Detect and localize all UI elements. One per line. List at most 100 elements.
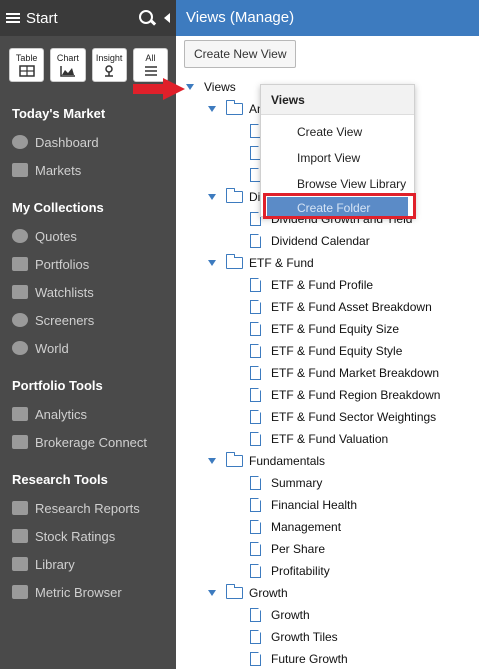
insight-button-label: Insight <box>95 53 123 63</box>
item-label: Dividend Calendar <box>271 234 370 248</box>
sidebar-item-library[interactable]: Library <box>0 550 176 578</box>
tree-item[interactable]: ETF & Fund Equity Style <box>250 340 402 362</box>
sidebar-item-world[interactable]: World <box>0 334 176 362</box>
menu-icon[interactable] <box>6 13 20 23</box>
item-label: ETF & Fund Region Breakdown <box>271 388 441 402</box>
expand-icon[interactable] <box>208 458 216 464</box>
insight-button[interactable]: Insight <box>91 48 127 82</box>
item-label: Growth Tiles <box>271 630 338 644</box>
item-label: ETF & Fund Profile <box>271 278 374 292</box>
tree-item[interactable]: Dividend Calendar <box>250 230 370 252</box>
document-icon <box>250 629 262 644</box>
item-label: ETF & Fund Equity Size <box>271 322 400 336</box>
list-icon <box>145 66 158 76</box>
tree-item[interactable]: Financial Health <box>250 494 357 516</box>
tree-item[interactable]: ETF & Fund Equity Size <box>250 318 399 340</box>
sidebar-item-label: Analytics <box>35 406 88 422</box>
sidebar-item-markets[interactable]: Markets <box>0 156 176 184</box>
document-icon <box>250 299 262 314</box>
sidebar-item-label: World <box>35 340 69 356</box>
tree-item[interactable]: Management <box>250 516 341 538</box>
sidebar-item-quotes[interactable]: Quotes <box>0 222 176 250</box>
expand-icon[interactable] <box>208 260 216 266</box>
binoculars-icon <box>12 285 28 299</box>
item-label: Profitability <box>271 564 330 578</box>
tree-item[interactable]: Per Share <box>250 538 325 560</box>
expand-icon[interactable] <box>208 106 216 112</box>
tree-root[interactable]: Views <box>186 76 236 98</box>
document-icon <box>250 475 262 490</box>
all-button[interactable]: All <box>132 48 168 82</box>
sidebar-item-label: Research Reports <box>35 500 140 516</box>
tree-item[interactable]: ETF & Fund Asset Breakdown <box>250 296 432 318</box>
sidebar-item-label: Metric Browser <box>35 584 122 600</box>
menu-item-create-view[interactable]: Create View <box>261 119 414 145</box>
document-icon <box>250 409 262 424</box>
tree-item[interactable]: ETF & Fund Profile <box>250 274 373 296</box>
document-icon <box>250 277 262 292</box>
sidebar: Start Table Chart Insight All Today's Ma… <box>0 0 176 669</box>
quick-buttons: Table Chart Insight All <box>0 36 176 82</box>
folder-icon <box>225 584 243 599</box>
chart-button-label: Chart <box>56 53 79 63</box>
chart-button[interactable]: Chart <box>50 48 86 82</box>
sidebar-item-metric-browser[interactable]: Metric Browser <box>0 578 176 606</box>
dashboard-icon <box>12 135 28 149</box>
sidebar-item-stock-ratings[interactable]: Stock Ratings <box>0 522 176 550</box>
collapse-icon[interactable] <box>164 13 170 23</box>
item-label: ETF & Fund Asset Breakdown <box>271 300 432 314</box>
document-icon <box>250 387 262 402</box>
document-icon <box>250 233 262 248</box>
highlight-box <box>263 193 416 219</box>
document-icon <box>250 343 262 358</box>
item-label: Financial Health <box>271 498 358 512</box>
chart-icon <box>60 66 75 77</box>
tree-item[interactable]: Future Growth <box>250 648 348 669</box>
expand-icon[interactable] <box>208 194 216 200</box>
metric-browser-icon <box>12 585 28 599</box>
tree-folder[interactable]: Di <box>208 186 260 208</box>
sidebar-item-label: Brokerage Connect <box>35 434 148 450</box>
tree-folder[interactable]: ETF & Fund <box>208 252 314 274</box>
sidebar-item-research-reports[interactable]: Research Reports <box>0 494 176 522</box>
tree-item[interactable]: Profitability <box>250 560 330 582</box>
tree-item[interactable]: ETF & Fund Valuation <box>250 428 388 450</box>
document-icon <box>250 497 262 512</box>
section-heading: My Collections <box>12 200 104 215</box>
tree-folder[interactable]: Growth <box>208 582 288 604</box>
sidebar-item-watchlists[interactable]: Watchlists <box>0 278 176 306</box>
menu-item-import-view[interactable]: Import View <box>261 145 414 171</box>
item-label: Summary <box>271 476 323 490</box>
bank-icon <box>12 435 28 449</box>
markets-icon <box>12 163 28 177</box>
tree-item[interactable]: Growth Tiles <box>250 626 338 648</box>
sidebar-item-brokerage-connect[interactable]: Brokerage Connect <box>0 428 176 456</box>
table-button[interactable]: Table <box>9 48 45 82</box>
table-icon <box>18 65 35 77</box>
tree-item[interactable]: ETF & Fund Region Breakdown <box>250 384 440 406</box>
sidebar-item-analytics[interactable]: Analytics <box>0 400 176 428</box>
sidebar-header: Start <box>0 0 176 36</box>
sidebar-item-label: Stock Ratings <box>35 528 116 544</box>
sidebar-item-portfolios[interactable]: Portfolios <box>0 250 176 278</box>
reports-icon <box>12 501 28 515</box>
create-new-view-button[interactable]: Create New View <box>184 40 297 68</box>
tree-folder[interactable]: Fundamentals <box>208 450 325 472</box>
folder-icon <box>225 100 243 115</box>
section-todays-market: Today's Market Dashboard Markets <box>0 100 176 184</box>
sidebar-title[interactable]: Start <box>26 10 138 27</box>
item-label: Management <box>271 520 342 534</box>
search-icon[interactable] <box>138 9 156 27</box>
document-icon <box>250 321 262 336</box>
tree-item[interactable]: Growth <box>250 604 310 626</box>
expand-icon[interactable] <box>186 84 194 90</box>
sidebar-item-screeners[interactable]: Screeners <box>0 306 176 334</box>
tree-item[interactable]: ETF & Fund Sector Weightings <box>250 406 436 428</box>
tree-item[interactable]: Summary <box>250 472 322 494</box>
tree-item[interactable]: ETF & Fund Market Breakdown <box>250 362 439 384</box>
item-label: ETF & Fund Valuation <box>271 432 389 446</box>
sidebar-item-dashboard[interactable]: Dashboard <box>0 128 176 156</box>
expand-icon[interactable] <box>208 590 216 596</box>
insight-icon <box>105 65 114 77</box>
tree-folder[interactable]: An <box>208 98 264 120</box>
